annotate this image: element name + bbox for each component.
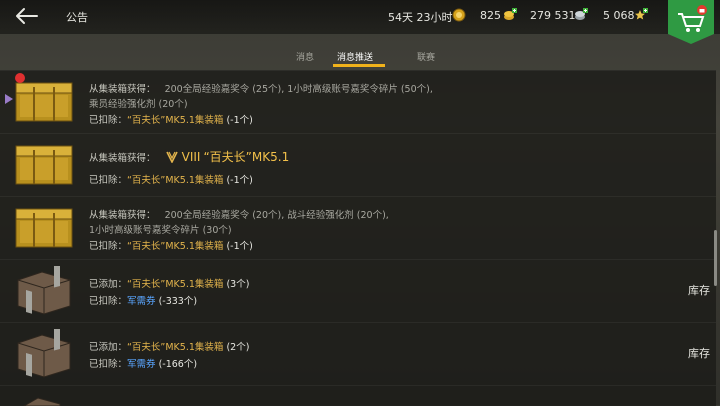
added-line: 已添加：“百夫长”MK5.1集装箱 (2个) [89,342,250,353]
reward-line-1: 从集装箱获得： 200全局经验嘉奖令 (20个), 战斗经验强化剂 (20个), [89,210,389,221]
gold-crate-icon [15,145,73,185]
back-arrow-icon[interactable] [14,6,40,26]
scrollbar[interactable] [714,230,717,286]
deducted-line: 已扣除：军需券 (-166个) [89,359,198,370]
tab-push-messages[interactable]: 消息推送 [337,50,373,63]
list-item[interactable] [0,385,716,406]
free-xp-star-icon[interactable] [634,8,648,22]
tank-name: “百夫长”MK5.1 [203,150,290,164]
list-item[interactable]: 从集装箱获得： VIII “百夫长”MK5.1 已扣除：“百夫长”MK5.1集装… [0,133,716,196]
list-item[interactable]: 已添加：“百夫长”MK5.1集装箱 (3个) 已扣除：军需券 (-333个) 库… [0,259,716,322]
premium-time-left: 54天 23小时 [388,11,453,24]
gold-crate-icon [15,208,73,248]
list-item[interactable]: 已添加：“百夫长”MK5.1集装箱 (2个) 已扣除：军需券 (-166个) 库… [0,322,716,385]
gold-crate-icon [15,82,73,122]
gold-amount: 825 [480,9,501,22]
new-marker-icon [5,94,13,104]
active-tab-indicator [333,64,385,67]
top-bar: 公告 54天 23小时 825 279 531 5 068 [0,0,720,34]
tank-tier: VIII [181,150,201,164]
tab-league[interactable]: 联赛 [417,50,435,63]
inventory-link[interactable]: 库存 [688,282,710,298]
deducted-line: 已扣除：军需券 (-333个) [89,296,198,307]
reward-line-2: 1小时高级账号嘉奖令碎片 (30个) [89,225,232,236]
list-item[interactable]: 从集装箱获得： 200全局经验嘉奖令 (25个), 1小时高级账号嘉奖令碎片 (… [0,70,716,133]
unread-dot [15,73,25,83]
notification-list[interactable]: 从集装箱获得： 200全局经验嘉奖令 (25个), 1小时高级账号嘉奖令碎片 (… [0,70,716,406]
steel-crate-icon [17,266,71,315]
free-xp-amount: 5 068 [603,9,635,22]
deducted-line: 已扣除：“百夫长”MK5.1集装箱 (-1个) [89,175,253,186]
premium-icon[interactable] [452,8,466,22]
tab-messages[interactable]: 消息 [296,50,314,63]
list-item[interactable]: 从集装箱获得： 200全局经验嘉奖令 (20个), 战斗经验强化剂 (20个),… [0,196,716,259]
deducted-line: 已扣除：“百夫长”MK5.1集装箱 (-1个) [89,115,253,126]
silver-coin-icon[interactable] [574,8,588,22]
reward-line-1: 从集装箱获得： 200全局经验嘉奖令 (25个), 1小时高级账号嘉奖令碎片 (… [89,84,433,95]
page-title: 公告 [66,11,88,24]
gold-coin-icon[interactable] [503,8,517,22]
reward-line-1: 从集装箱获得： VIII “百夫长”MK5.1 [89,150,290,164]
deducted-line: 已扣除：“百夫长”MK5.1集装箱 (-1个) [89,241,253,252]
added-line: 已添加：“百夫长”MK5.1集装箱 (3个) [89,279,250,290]
inventory-link[interactable]: 库存 [688,345,710,361]
steel-crate-icon [17,329,71,378]
silver-amount: 279 531 [530,9,576,22]
tier-badge-icon [165,151,178,164]
reward-line-2: 乘员经验强化剂 (20个) [89,99,188,110]
